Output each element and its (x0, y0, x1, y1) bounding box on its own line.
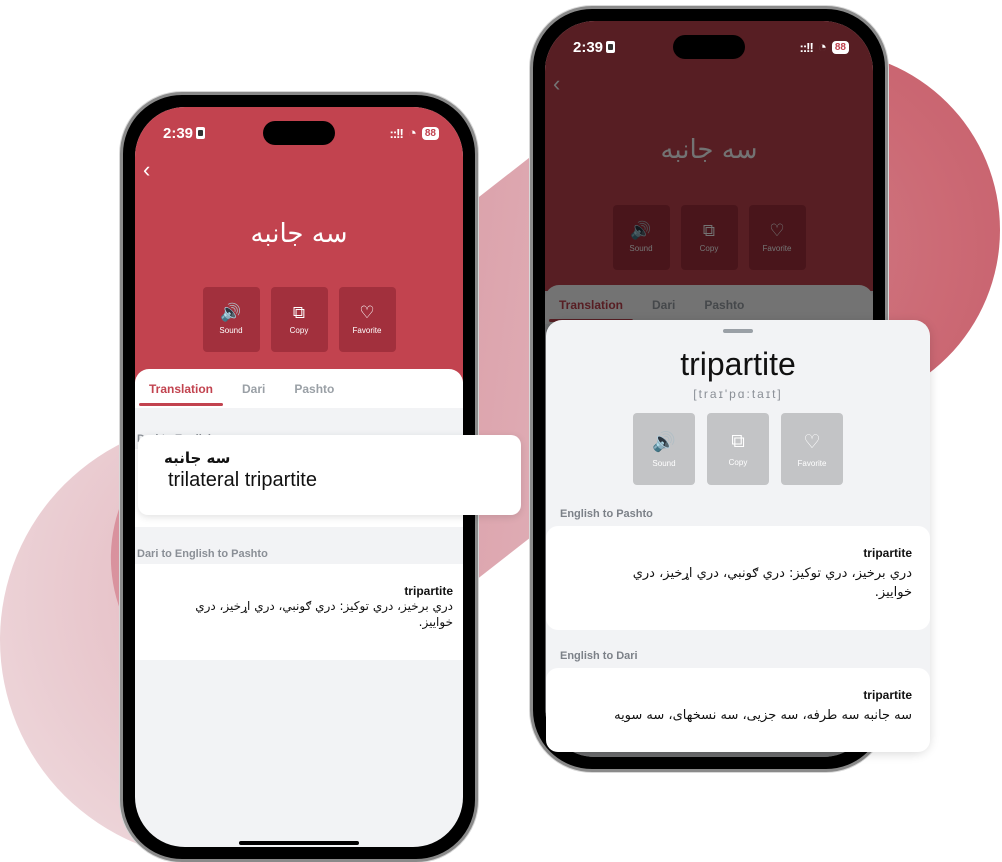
heart-icon: ♡ (359, 303, 375, 322)
section-label-english-dari: English to Dari (560, 650, 638, 662)
sheet-copy-button[interactable]: ⧉ Copy (707, 413, 769, 485)
english-pashto-card: tripartite دري برخيز، دري توکيز: دري ګون… (546, 526, 930, 630)
chevron-left-icon: ‹ (143, 157, 151, 182)
status-time: 2:39 (573, 38, 604, 56)
sheet-action-buttons: 🔊 Sound ⧉ Copy ♡ Favorite (546, 413, 930, 485)
heart-icon: ♡ (803, 431, 821, 453)
highlight-translation: trilateral tripartite (168, 469, 317, 491)
battery-icon: 88 (421, 126, 439, 140)
status-bar: 2:39 ::!! ◔ 88 (545, 35, 873, 59)
copy-button[interactable]: ⧉ Copy (270, 287, 328, 352)
highlight-translation-card: سه جانبه trilateral tripartite (138, 435, 521, 515)
sim-icon (196, 127, 206, 139)
word-header: ‹ سه جانبه 🔊 Sound ⧉ Copy ♡ Favorite (135, 107, 463, 382)
favorite-button[interactable]: ♡ Favorite (338, 287, 396, 352)
highlight-word: سه جانبه (164, 449, 231, 467)
signal-icon: ::!! (799, 39, 813, 55)
tab-dari[interactable]: Dari (242, 369, 265, 408)
sheet-sound-button[interactable]: 🔊 Sound (633, 413, 695, 485)
sim-icon (606, 41, 616, 53)
speaker-icon: 🔊 (220, 303, 242, 322)
battery-icon: 88 (831, 40, 849, 54)
copy-icon: ⧉ (292, 303, 306, 322)
sheet-word: tripartite (680, 346, 796, 382)
tab-translation[interactable]: Translation (138, 369, 224, 408)
sheet-favorite-button[interactable]: ♡ Favorite (781, 413, 843, 485)
english-dari-card: tripartite سه جانبه سه طرفه، سه جزیی، سه… (546, 668, 930, 752)
word-title: سه جانبه (250, 219, 348, 249)
pashto-card-title: tripartite (404, 584, 453, 598)
word-bottom-sheet: tripartite [traɪ'pɑ:taɪt] 🔊 Sound ⧉ Copy ♡… (546, 320, 930, 752)
signal-icon: ::!! (389, 125, 403, 141)
sheet-drag-handle[interactable] (723, 329, 753, 333)
copy-label: Copy (289, 326, 309, 335)
sheet-pronunciation: [traɪ'pɑ:taɪt] (693, 387, 783, 401)
tab-pashto[interactable]: Pashto (294, 369, 334, 408)
pashto-card-text: دري برخيز، دري توکيز: دري ګونبي، دري اړخ… (195, 599, 453, 629)
sound-label: Sound (219, 326, 243, 335)
copy-label: Copy (728, 458, 748, 467)
favorite-label: Favorite (352, 326, 382, 335)
english-dari-title: tripartite (863, 688, 912, 702)
wifi-icon: ◔ (407, 124, 417, 142)
english-pashto-title: tripartite (863, 546, 912, 560)
section-label-dari-english-pashto: Dari to English to Pashto (137, 548, 268, 560)
wifi-icon: ◔ (817, 38, 827, 56)
copy-icon: ⧉ (731, 431, 745, 452)
favorite-label: Favorite (797, 458, 827, 468)
sound-label: Sound (652, 459, 676, 468)
sound-button[interactable]: 🔊 Sound (202, 287, 260, 352)
english-dari-text: سه جانبه سه طرفه، سه جزیی، سه نسخهای، سه… (614, 708, 912, 723)
dynamic-island (263, 121, 335, 145)
tab-bar: Translation Dari Pashto (135, 369, 463, 408)
action-buttons: 🔊 Sound ⧉ Copy ♡ Favorite (135, 287, 463, 352)
speaker-icon: 🔊 (652, 432, 676, 453)
english-pashto-text: دري برخيز، دري توکيز: دري ګونبي، دري اړخ… (632, 566, 912, 600)
back-button[interactable]: ‹ (143, 157, 150, 183)
status-time: 2:39 (163, 124, 194, 142)
pashto-card: tripartite دري برخيز، دري توکيز: دري ګون… (135, 564, 463, 660)
section-label-english-pashto: English to Pashto (560, 508, 653, 520)
home-indicator (239, 841, 359, 845)
